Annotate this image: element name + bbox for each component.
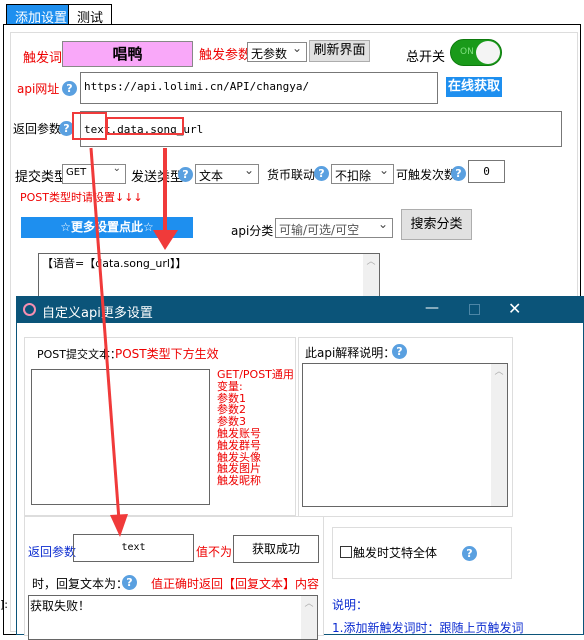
annotation-arrows <box>89 147 178 537</box>
annotation-arrow-to-return <box>89 147 121 521</box>
annotation-arrowhead <box>110 514 128 537</box>
annotation-arrowhead <box>153 230 178 250</box>
